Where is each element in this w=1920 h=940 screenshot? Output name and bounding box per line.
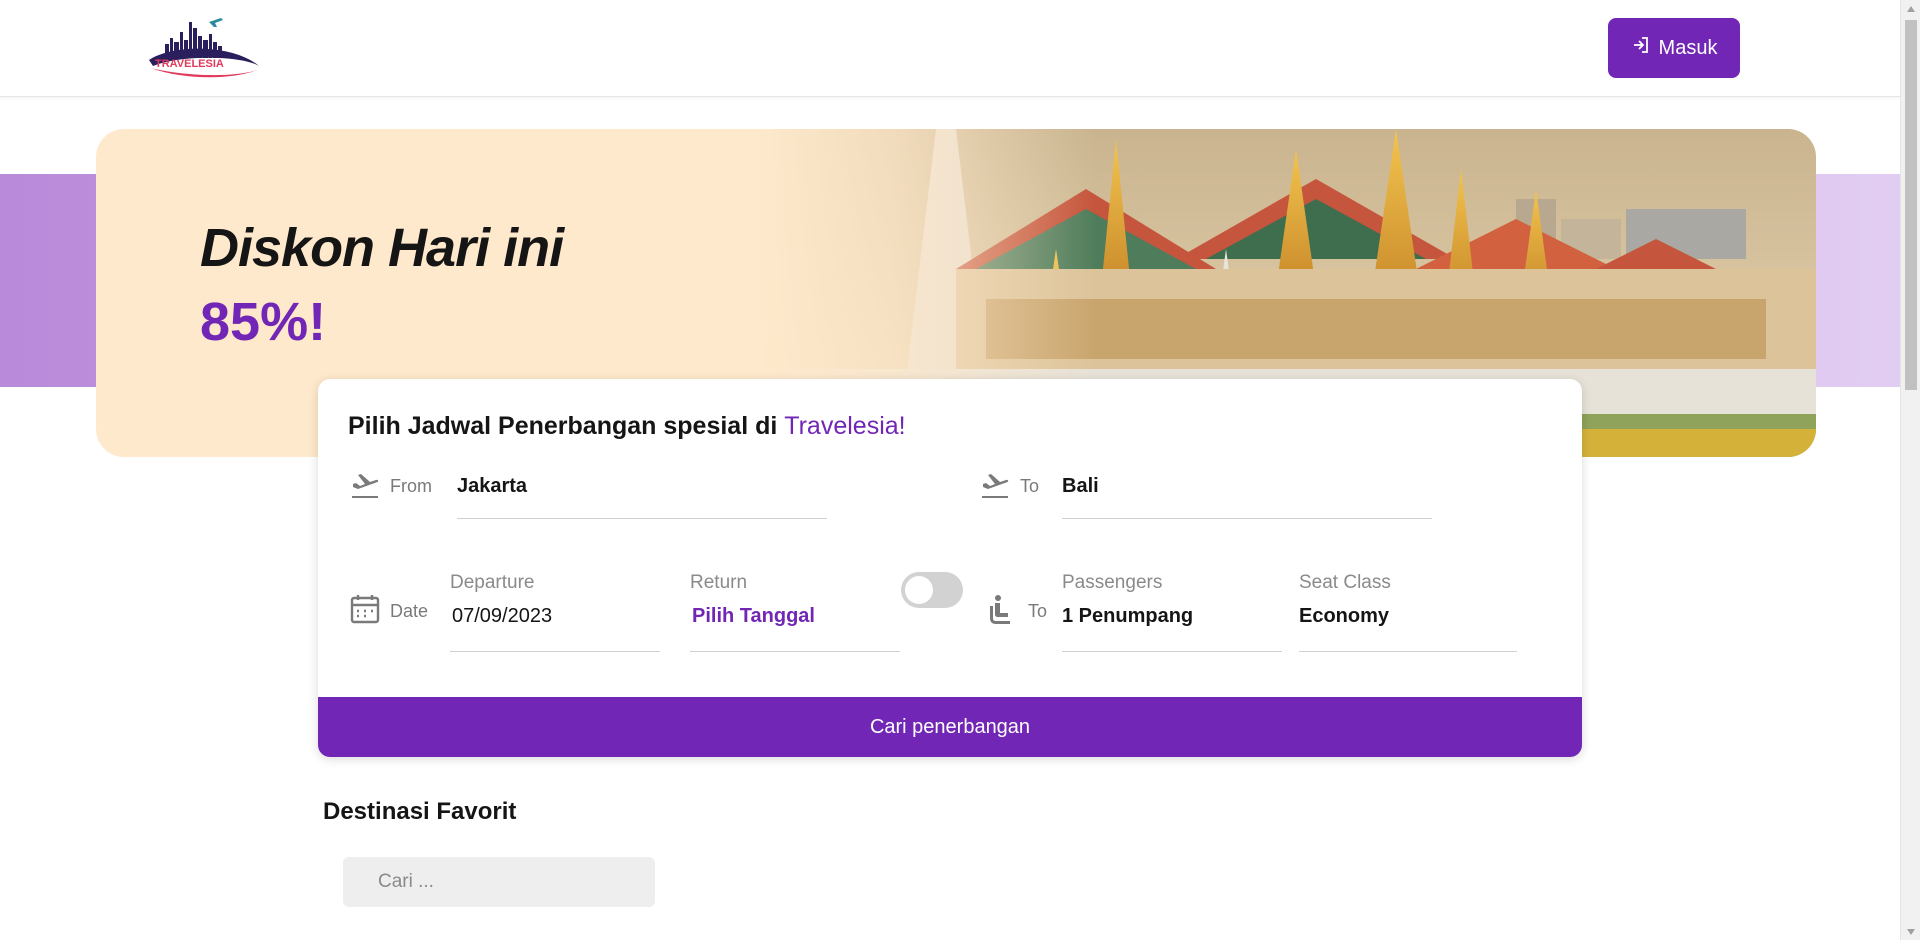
flight-search-card: Pilih Jadwal Penerbangan spesial di Trav… [318, 379, 1582, 757]
departure-field[interactable]: Departure 07/09/2023 [450, 572, 660, 652]
login-button-label: Masuk [1658, 36, 1718, 59]
login-icon [1631, 35, 1651, 61]
passenger-row-to-label: To [1028, 601, 1048, 621]
departure-label: Departure [450, 572, 535, 593]
calendar-icon [348, 592, 382, 631]
return-value: Pilih Tanggal [692, 605, 815, 627]
from-row-label: From [348, 467, 432, 506]
banner-title: Diskon Hari ini [200, 218, 564, 278]
scroll-up-arrow-icon[interactable] [1901, 0, 1920, 17]
seat-class-label: Seat Class [1299, 572, 1391, 593]
round-trip-toggle[interactable] [901, 572, 963, 608]
page-scrollbar[interactable] [1900, 0, 1920, 940]
seat-class-field[interactable]: Seat Class Economy [1299, 572, 1517, 652]
login-button[interactable]: Masuk [1608, 18, 1740, 78]
search-card-title-brand: Travelesia! [784, 412, 906, 440]
banner-discount: 85%! [200, 292, 327, 352]
search-card-title: Pilih Jadwal Penerbangan spesial di Trav… [348, 412, 906, 441]
passengers-field[interactable]: Passengers 1 Penumpang [1062, 572, 1282, 652]
passengers-value: 1 Penumpang [1062, 605, 1194, 627]
travelesia-logo[interactable]: TRAVELESIA [143, 14, 263, 82]
return-label: Return [690, 572, 748, 593]
to-label: To [1020, 476, 1040, 496]
date-label: Date [390, 601, 429, 621]
seat-class-value: Economy [1299, 605, 1390, 627]
from-value: Jakarta [457, 475, 528, 497]
toggle-knob [905, 576, 933, 604]
seat-icon [986, 592, 1020, 631]
to-field[interactable]: Bali [1062, 467, 1432, 519]
top-navbar: TRAVELESIA Masuk [0, 0, 1900, 97]
plane-takeoff-icon [348, 467, 382, 506]
date-row-label: Date [348, 592, 428, 631]
return-field[interactable]: Return Pilih Tanggal [690, 572, 900, 652]
search-card-title-prefix: Pilih Jadwal Penerbangan spesial di [348, 412, 785, 440]
passengers-label: Passengers [1062, 572, 1163, 593]
from-field[interactable]: Jakarta [457, 467, 827, 519]
favorite-destinations-title: Destinasi Favorit [323, 798, 517, 825]
to-value: Bali [1062, 475, 1099, 497]
plane-takeoff-icon [978, 467, 1012, 506]
scroll-down-arrow-icon[interactable] [1901, 923, 1920, 940]
departure-value: 07/09/2023 [452, 605, 553, 627]
destination-search-input[interactable] [343, 857, 655, 907]
passenger-row-label: To [986, 592, 1047, 631]
to-row-label: To [978, 467, 1039, 506]
from-label: From [390, 476, 432, 496]
scroll-thumb[interactable] [1905, 20, 1917, 390]
logo-wordmark: TRAVELESIA [155, 58, 224, 70]
search-flights-button[interactable]: Cari penerbangan [318, 697, 1582, 757]
